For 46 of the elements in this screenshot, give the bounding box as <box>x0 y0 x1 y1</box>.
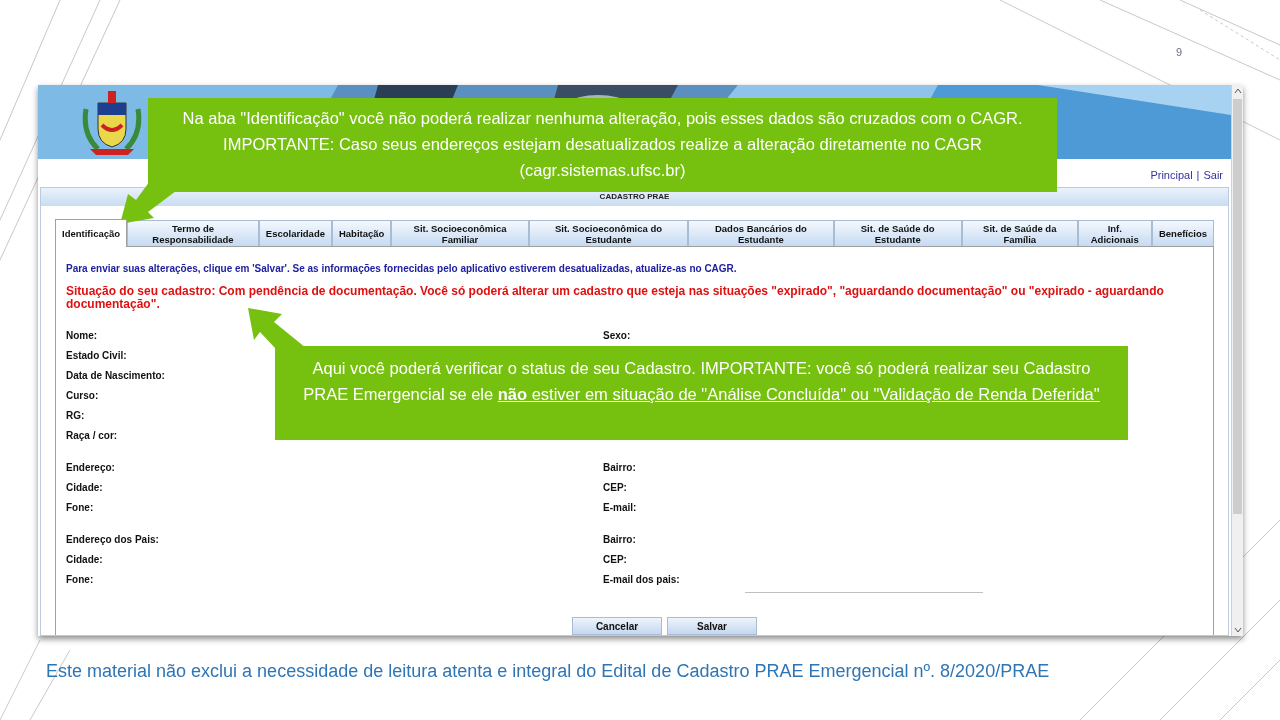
status-message: Situação do seu cadastro: Com pendência de documentação. Você só poderá alterar um cadastro que esteja nas situações "expirado", "aguardando documentação" ou "expirado - aguardando documentação". <box>66 285 1165 311</box>
field-label: Curso: <box>66 389 99 401</box>
field-label: Raça / cor: <box>66 429 118 441</box>
tab[interactable]: Sit. Socioeconômica Familiar <box>391 220 529 246</box>
field-label: Bairro: <box>603 533 636 545</box>
header-link[interactable]: Sair <box>1203 166 1223 183</box>
field-label: Fone: <box>66 573 94 585</box>
tab[interactable]: Sit. de Saúde do Estudante <box>833 220 962 246</box>
field-label: Bairro: <box>603 461 636 473</box>
field-label: E-mail: <box>603 501 637 513</box>
footer-note: Este material não exclui a necessidade de leitura atenta e integral do Edital de Cadastro PRAE Emergencial nº. 8/2020/PRAE <box>46 660 1051 683</box>
scroll-up-icon[interactable] <box>1233 87 1242 95</box>
tab[interactable]: Benefícios <box>1151 220 1214 246</box>
tab[interactable]: Habitação <box>331 220 392 246</box>
link-separator: | <box>1196 167 1200 183</box>
field-label: Cidade: <box>66 481 103 493</box>
form-button[interactable]: Salvar <box>667 617 757 635</box>
form-button[interactable]: Cancelar <box>572 617 662 635</box>
field-label: CEP: <box>603 553 627 565</box>
tab[interactable]: Identificação <box>55 219 128 247</box>
tab[interactable]: Sit. Socioeconômica do Estudante <box>528 220 689 246</box>
field-label: RG: <box>66 409 85 421</box>
tab[interactable]: Termo de Responsabilidade <box>127 220 259 246</box>
callout-note: Aqui você poderá verificar o status de seu Cadastro. IMPORTANTE: você só poderá realizar seu Cadastro PRAE Emergencial se ele não estiver em situação de "Análise Concluída" ou "Validação de Renda Deferida" <box>275 346 1128 440</box>
field-label: Sexo: <box>603 329 631 341</box>
field-label: Nome: <box>66 329 98 341</box>
field-label: Fone: <box>66 501 94 513</box>
scrollbar-thumb[interactable] <box>1233 99 1242 514</box>
field-label: CEP: <box>603 481 627 493</box>
field-label: Data de Nascimento: <box>66 369 165 381</box>
crest-icon <box>80 89 144 157</box>
scroll-down-icon[interactable] <box>1233 626 1242 634</box>
slide-number: 9 <box>1176 45 1183 60</box>
tab[interactable]: Escolaridade <box>258 220 332 246</box>
tab[interactable]: Dados Bancários do Estudante <box>688 220 834 246</box>
tab[interactable]: Sit. de Saúde da Família <box>961 220 1078 246</box>
header-link[interactable]: Principal <box>1150 166 1193 183</box>
field-label: Cidade: <box>66 553 103 565</box>
scrollbar[interactable] <box>1231 85 1243 636</box>
field-label: Endereço: <box>66 461 115 473</box>
info-message: Para enviar suas alterações, clique em 'Salvar'. Se as informações fornecidas pelo aplicativo estiverem desatualizadas, atualize-as no CAGR. <box>66 262 738 276</box>
field-label: Endereço dos Pais: <box>66 533 159 545</box>
callout-note: Na aba "Identificação" você não poderá realizar nenhuma alteração, pois esses dados são cruzados com o CAGR. IMPORTANTE: Caso seus endereços estejam desatualizados realize a alteração diretamente no CAGR (cagr.sistemas.ufsc.br) <box>148 98 1057 192</box>
field-label: Estado Civil: <box>66 349 127 361</box>
tab[interactable]: Inf. Adicionais <box>1077 220 1152 246</box>
field-label: E-mail dos pais: <box>603 573 680 585</box>
